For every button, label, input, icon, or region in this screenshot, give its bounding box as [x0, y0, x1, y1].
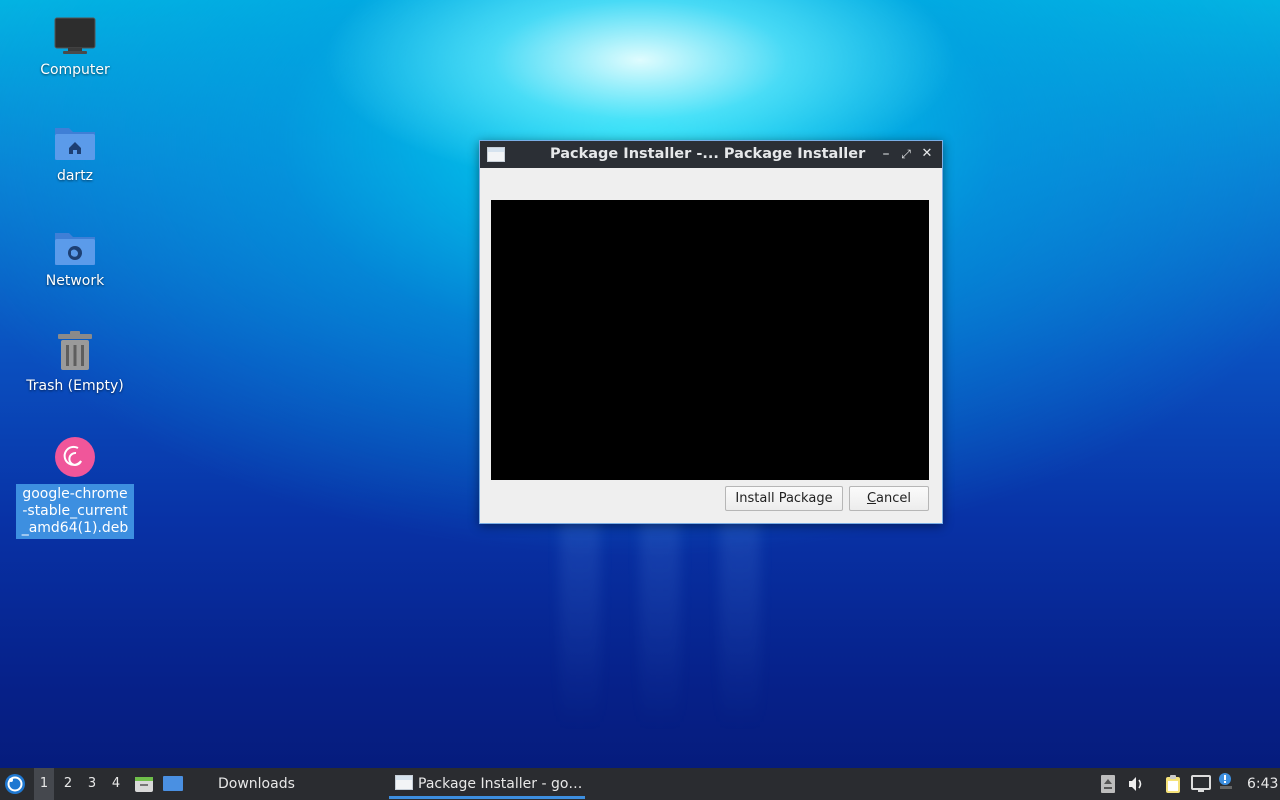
network-folder-icon [55, 233, 95, 265]
window-title: Package Installer -... Package Installer [550, 146, 866, 162]
desktop-icon-label: dartz [56, 168, 94, 184]
desktop-icon-network[interactable]: Network [15, 227, 135, 290]
workspace-2[interactable]: 2 [58, 768, 78, 800]
file-manager-launcher[interactable] [134, 768, 154, 800]
taskbar: 1 2 3 4 Downloads Package Installer - go… [0, 768, 1280, 800]
terminal-output[interactable] [491, 200, 929, 480]
update-notifier-icon [1101, 775, 1115, 793]
window-app-icon [487, 147, 505, 162]
window-titlebar[interactable]: Package Installer -... Package Installer… [480, 141, 942, 168]
active-task-indicator [389, 796, 585, 799]
cancel-mnemonic: C [866, 491, 877, 506]
clock[interactable]: 6:43 [1247, 768, 1278, 800]
show-desktop-button[interactable] [162, 768, 184, 800]
workspace-4[interactable]: 4 [106, 768, 126, 800]
install-package-button[interactable]: Install Package [725, 486, 843, 511]
task-downloads[interactable]: Downloads [218, 768, 295, 800]
package-installer-window: Package Installer -... Package Installer… [479, 140, 943, 524]
desktop-icon-deb-file[interactable]: google-chrome-stable_current_amd64(1).de… [15, 436, 135, 539]
window-app-icon [395, 775, 413, 790]
desktop-icon-label: Network [45, 273, 105, 289]
file-manager-icon [135, 777, 153, 792]
home-folder-icon [55, 128, 95, 160]
info-icon [1219, 773, 1232, 789]
close-button[interactable]: ✕ [918, 145, 936, 163]
desktop-icon-home-folder[interactable]: dartz [15, 122, 135, 185]
desktop-icon-label: Trash (Empty) [26, 378, 124, 394]
tray-clipboard[interactable] [1163, 768, 1183, 800]
tray-notifications[interactable] [1217, 768, 1235, 800]
desktop-icon-label: google-chrome-stable_current_amd64(1).de… [16, 484, 134, 539]
workspace-1[interactable]: 1 [34, 768, 54, 800]
desktop-icon-computer[interactable]: Computer [15, 16, 135, 79]
trash-icon [58, 331, 92, 370]
clipboard-icon [1166, 775, 1180, 793]
debian-package-icon [55, 437, 95, 477]
minimize-button[interactable]: – [877, 145, 895, 163]
start-menu-button[interactable] [4, 768, 28, 800]
cancel-button[interactable]: Cancel [849, 486, 929, 511]
computer-icon [54, 17, 96, 54]
tray-volume[interactable] [1127, 768, 1145, 800]
desktop-icon [163, 776, 183, 791]
maximize-button[interactable]: ⤢ [897, 145, 915, 163]
task-label: Package Installer - go… [418, 776, 583, 792]
cancel-label: ancel [876, 491, 912, 506]
tray-updates[interactable] [1100, 768, 1116, 800]
desktop-icon-trash[interactable]: Trash (Empty) [15, 330, 135, 395]
desktop-icon-label: Computer [40, 62, 110, 78]
tray-network[interactable] [1190, 768, 1212, 800]
network-icon [1191, 775, 1211, 792]
lubuntu-logo-icon [5, 774, 25, 794]
speaker-icon [1129, 777, 1142, 791]
workspace-3[interactable]: 3 [82, 768, 102, 800]
